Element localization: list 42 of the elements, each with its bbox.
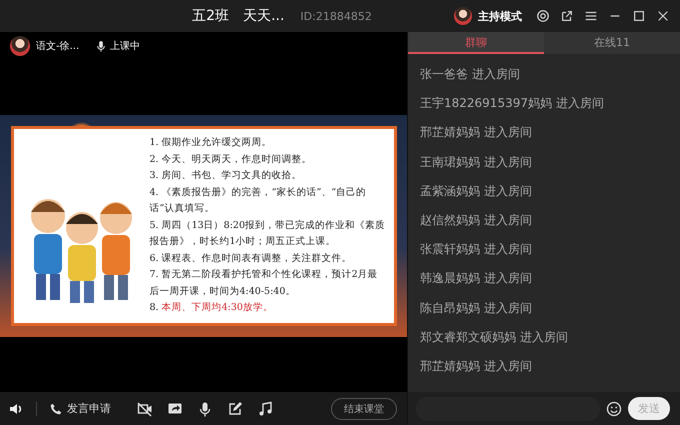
chat-message: 陈自昂妈妈 进入房间 xyxy=(420,300,533,316)
chat-message: 张一爸爸 进入房间 xyxy=(420,66,521,83)
speak-request-button[interactable]: 发言申请 xyxy=(49,401,111,416)
chat-message: 赵信然妈妈 进入房间 xyxy=(420,212,533,229)
camera-off-icon[interactable] xyxy=(137,400,153,416)
music-icon[interactable] xyxy=(257,400,273,416)
phone-icon xyxy=(49,402,63,416)
notice-item: 5. 周四（13日）8:20报到，带已完成的作业和《素质报告册》，时长约1小时；周五正式上课。 xyxy=(150,218,386,250)
notice-item: 8. 本周、下周均4:30放学。 xyxy=(150,301,274,316)
chat-message: 郑文睿郑文硕妈妈 进入房间 xyxy=(420,328,569,346)
chat-tab[interactable]: 群聊 xyxy=(408,32,544,54)
emoji-icon[interactable] xyxy=(606,400,622,416)
end-class-button[interactable]: 结束课堂 xyxy=(331,398,397,420)
chat-message: 邢芷婧妈妈 进入房间 xyxy=(420,358,533,375)
chat-message: 邢芷婧妈妈 进入房间 xyxy=(420,124,533,142)
notice-item: 3. 房间、书包、学习文具的收拾。 xyxy=(150,169,303,184)
edit-icon[interactable] xyxy=(227,400,243,416)
window-title: 五2班 天天... xyxy=(192,7,284,25)
avatar-icon xyxy=(10,36,30,56)
notice-item: 2. 今天、明天两天，作息时间调整。 xyxy=(150,152,313,167)
maximize-icon[interactable] xyxy=(632,9,646,23)
microphone-icon xyxy=(95,40,108,52)
teacher-name: 语文-徐... xyxy=(36,40,80,53)
room-id: ID:21884852 xyxy=(300,10,372,22)
chat-message: 王宇18226915397妈妈 进入房间 xyxy=(420,95,605,112)
chat-message: 孟紫涵妈妈 进入房间 xyxy=(420,182,533,200)
chat-message: 韩逸晨妈妈 进入房间 xyxy=(420,270,533,288)
chat-message: 王南珺妈妈 进入房间 xyxy=(420,154,533,171)
notice-item: 4. 《素质报告册》的完善，“家长的话”、“自己的话”认真填写。 xyxy=(150,186,368,216)
microphone-icon[interactable] xyxy=(197,400,213,416)
class-status: 上课中 xyxy=(110,40,140,53)
mode-label: 主持模式 xyxy=(478,8,522,24)
chat-message: 张震轩妈妈 进入房间 xyxy=(420,241,533,258)
close-icon[interactable] xyxy=(656,9,670,23)
menu-icon[interactable] xyxy=(584,9,598,23)
settings-icon[interactable] xyxy=(536,9,550,23)
notice-item: 7. 暂无第二阶段看护托管和个性化课程，预计2月最后一周开课，时间为4:40-5:40。 xyxy=(150,268,379,299)
share-icon[interactable] xyxy=(560,9,574,23)
notice-item: 1. 假期作业允许缓交两周。 xyxy=(150,136,273,150)
notice-item: 6. 课程表、作息时间表有调整，关注群文件。 xyxy=(150,252,353,266)
avatar-icon xyxy=(454,7,472,25)
screen-share-icon[interactable] xyxy=(167,400,183,416)
